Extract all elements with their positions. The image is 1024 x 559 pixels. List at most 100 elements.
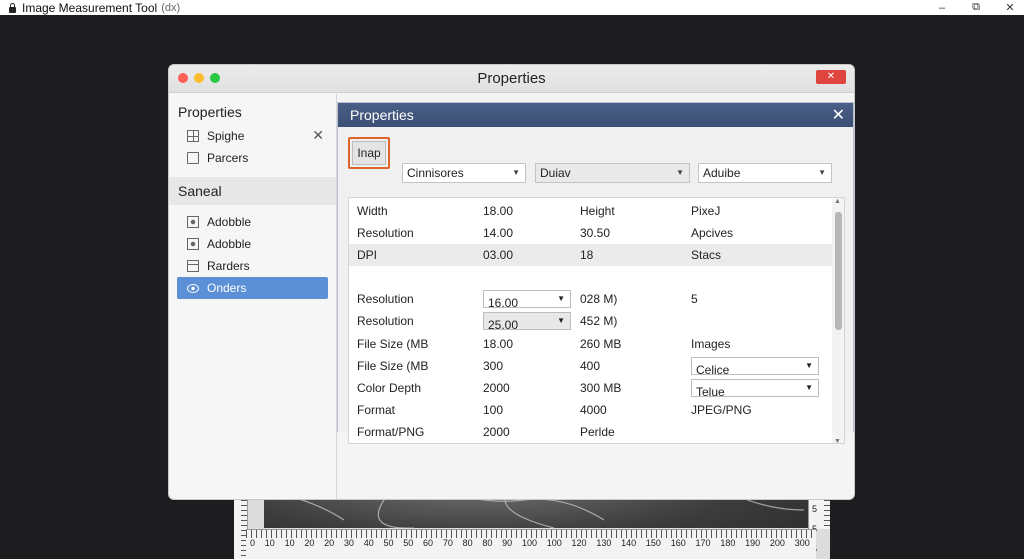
ruler-number: 100 [546,538,562,548]
ruler-number: 200 [769,538,785,548]
ruler-number: 130 [596,538,612,548]
grid-scrollbar[interactable]: ▲ ▼ [832,198,844,443]
sidebar-item-rarders[interactable]: Rarders [169,255,336,277]
sidebar: Properties Spighe ✕ Parcers Saneal Adobb… [169,94,337,499]
ruler-number: 180 [720,538,736,548]
sidebar-item-label: Adobble [207,237,252,251]
scroll-up-icon[interactable]: ▲ [834,198,841,205]
sidebar-item-label: Adobble [207,215,252,229]
ruler-number: 30 [343,538,354,548]
resolution-select[interactable]: 25.00 ▼ [483,312,571,332]
cinnisores-dropdown[interactable]: Cinnisores ▼ [402,163,526,183]
aduibe-dropdown[interactable]: Aduibe ▼ [698,163,832,183]
dialog-toolbar: Inap [348,137,390,169]
telue-select[interactable]: Telue ▼ [691,379,819,399]
row-value: 260 MB [580,337,622,351]
row-value: Apcives [691,226,734,240]
table-row: Resolution 16.00 ▼ 028 M) 5 [349,288,833,310]
row-label: Resolution [357,314,414,328]
row-value: JPEG/PNG [691,403,752,417]
row-value: 14.00 [483,226,514,240]
ruler-number: 80 [482,538,493,548]
ruler-number: 60 [423,538,434,548]
chevron-down-icon: ▼ [805,361,813,370]
table-row: File Size (MB 300 400 Celice ▼ [349,355,833,377]
inap-button-label: Inap [352,141,386,165]
scroll-down-icon[interactable]: ▼ [834,438,841,443]
celice-select[interactable]: Celice ▼ [691,357,819,377]
row-value: Height [580,204,615,218]
row-value: 400 [580,359,601,373]
properties-window-title: Properties [477,70,546,87]
ruler-number: 50 [383,538,394,548]
chevron-down-icon: ▼ [805,383,813,392]
inap-button[interactable]: Inap [348,137,390,169]
properties-window-titlebar[interactable]: Properties ✕ [169,65,854,93]
bottom-ruler-ticks [246,530,816,538]
eye-icon [187,283,199,293]
chevron-down-icon: ▼ [676,168,684,177]
close-button[interactable]: ✕ [1004,1,1016,14]
sidebar-item-parcers[interactable]: Parcers [169,147,336,169]
sidebar-header: Properties [178,104,242,120]
dialog-close-icon[interactable]: ✕ [832,105,845,125]
ruler-number: 10 [264,538,275,548]
row-value: 18.00 [483,337,514,351]
properties-grid: Width 18.00 Height PixeJ Resolution 14.0… [348,197,845,444]
panel-icon [187,260,199,272]
ruler-number: 80 [462,538,473,548]
ruler-number: 300 [794,538,810,548]
ruler-number: 20 [324,538,335,548]
row-value: 30.50 [580,226,611,240]
ruler-number: 40 [363,538,374,548]
sidebar-item-label: Parcers [207,151,249,165]
row-label: Format [357,403,396,417]
grid-icon [187,130,199,142]
row-value: 452 M) [580,314,618,328]
select-value: Celice [696,363,730,377]
sidebar-item-spighe[interactable]: Spighe ✕ [169,125,336,147]
scrollbar-thumb[interactable] [835,212,842,330]
close-icon[interactable]: ✕ [312,127,324,144]
chevron-down-icon: ▼ [557,294,565,303]
sidebar-item-adobble-1[interactable]: Adobble [169,211,336,233]
sidebar-item-label: Onders [207,281,247,295]
sidebar-section-saneal[interactable]: Saneal [169,177,336,205]
row-value: 300 MB [580,381,622,395]
table-row: Format/PNG 2000 Perlde [349,421,833,443]
chevron-down-icon: ▼ [557,316,565,325]
select-value: Telue [696,385,725,399]
dropdown-value: Duiav [540,166,571,180]
bottom-ruler-numbers: 0 10 10 20 20 30 40 50 50 60 70 80 80 90 100 100 120 130 1… [250,538,810,548]
select-value: 16.00 [488,296,519,310]
row-value: Images [691,337,731,351]
ruler-number: 10 [284,538,295,548]
ruler-number: 70 [442,538,453,548]
bottom-ruler: 0 10 10 20 20 30 40 50 50 60 70 80 80 90 100 100 120 130 1… [246,529,816,559]
sidebar-item-onders[interactable]: Onders [177,277,328,299]
sidebar-item-adobble-2[interactable]: Adobble [169,233,336,255]
properties-dialog-titlebar[interactable]: Properties ✕ [338,103,853,127]
row-label: DPI [357,248,378,262]
lock-icon [8,2,17,13]
row-value: 5 [691,292,698,306]
sidebar-item-label: Rarders [207,259,250,273]
app-title: Image Measurement Tool [22,0,158,15]
ruler-number: 170 [695,538,711,548]
ruler-number: 5 [812,504,818,514]
ruler-number: 90 [502,538,513,548]
row-value: 18 [580,248,594,262]
restore-button[interactable]: ⧉ [970,1,982,14]
properties-window-close-button[interactable]: ✕ [816,70,846,84]
duiav-dropdown[interactable]: Duiav ▼ [535,163,690,183]
row-label: Color Depth [357,381,422,395]
chevron-down-icon: ▼ [512,168,520,177]
resolution-select[interactable]: 16.00 ▼ [483,290,571,310]
row-value: 100 [483,403,504,417]
row-value: 028 M) [580,292,618,306]
row-label: Resolution [357,292,414,306]
table-row[interactable]: DPI 03.00 18 Stacs [349,244,833,266]
table-row: Resolution 14.00 30.50 Apcives [349,222,833,244]
ruler-number: 160 [670,538,686,548]
minimize-button[interactable]: – [936,2,948,14]
